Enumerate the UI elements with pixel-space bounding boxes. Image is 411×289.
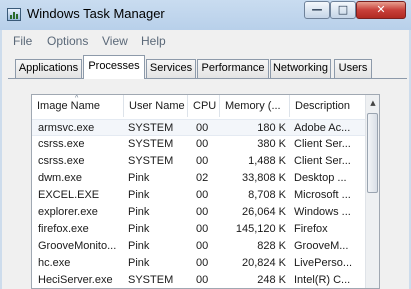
vertical-scrollbar[interactable]: ▲ (365, 95, 379, 288)
table-row[interactable]: csrss.exe SYSTEM 00 380 K Client Ser... (32, 136, 366, 153)
cell-user-name: Pink (128, 206, 150, 218)
maximize-button[interactable]: □ (330, 1, 356, 19)
cell-description: Microsoft ... (294, 189, 351, 201)
cell-memory: 145,120 K (235, 223, 286, 235)
tab-networking[interactable]: Networking (270, 59, 331, 78)
cell-user-name: SYSTEM (128, 155, 174, 167)
tab-applications[interactable]: Applications (15, 59, 82, 78)
cell-description: Firefox (294, 223, 328, 235)
cell-image-name: EXCEL.EXE (38, 189, 100, 201)
table-row[interactable]: armsvc.exe SYSTEM 00 180 K Adobe Ac... (32, 119, 366, 136)
cell-description: Intel(R) C... (294, 274, 351, 286)
table-row[interactable]: GrooveMonito... Pink 00 828 K GrooveM... (32, 238, 366, 255)
sort-ascending-icon: ^ (75, 95, 79, 102)
cell-user-name: Pink (128, 172, 150, 184)
cell-image-name: csrss.exe (38, 138, 85, 150)
cell-user-name: Pink (128, 240, 150, 252)
cell-cpu: 00 (196, 189, 209, 201)
cell-image-name: armsvc.exe (38, 122, 95, 134)
cell-memory: 1,488 K (248, 155, 286, 167)
scroll-up-arrow-icon[interactable]: ▲ (366, 95, 379, 111)
cell-cpu: 00 (196, 240, 209, 252)
table-row[interactable]: explorer.exe Pink 00 26,064 K Windows ..… (32, 204, 366, 221)
title-bar[interactable]: Windows Task Manager — □ ✕ (0, 0, 411, 30)
cell-description: Client Ser... (294, 138, 351, 150)
column-header-user-name[interactable]: User Name (124, 95, 188, 117)
table-row[interactable]: firefox.exe Pink 00 145,120 K Firefox (32, 221, 366, 238)
menu-options[interactable]: Options (47, 34, 88, 48)
table-row[interactable]: hc.exe Pink 00 20,824 K LivePerso... (32, 255, 366, 272)
cell-image-name: hc.exe (38, 257, 71, 269)
menu-bar: File Options View Help (2, 30, 409, 51)
column-label: Image Name (37, 100, 100, 112)
cell-description: Client Ser... (294, 155, 351, 167)
table-row[interactable]: csrss.exe SYSTEM 00 1,488 K Client Ser..… (32, 153, 366, 170)
cell-memory: 248 K (257, 274, 286, 286)
column-header-image-name[interactable]: ^ Image Name (32, 95, 124, 117)
cell-image-name: GrooveMonito... (38, 240, 117, 252)
cell-user-name: SYSTEM (128, 138, 174, 150)
column-header-description[interactable]: Description (290, 95, 365, 117)
cell-memory: 180 K (257, 122, 286, 134)
cell-user-name: Pink (128, 223, 150, 235)
cell-memory: 828 K (257, 240, 286, 252)
cell-description: Windows ... (294, 206, 351, 218)
menu-file[interactable]: File (13, 34, 32, 48)
cell-image-name: firefox.exe (38, 223, 89, 235)
cell-memory: 8,708 K (248, 189, 286, 201)
cell-description: GrooveM... (294, 240, 349, 252)
cell-cpu: 02 (196, 172, 209, 184)
cell-cpu: 00 (196, 155, 209, 167)
cell-cpu: 00 (196, 274, 209, 286)
process-list[interactable]: ^ Image Name User Name CPU Memory (... D… (31, 94, 380, 289)
cell-user-name: SYSTEM (128, 122, 174, 134)
minimize-button[interactable]: — (304, 1, 330, 19)
cell-description: Adobe Ac... (294, 122, 351, 134)
column-header-cpu[interactable]: CPU (188, 95, 220, 117)
cell-memory: 380 K (257, 138, 286, 150)
column-header-memory[interactable]: Memory (... (220, 95, 290, 117)
cell-cpu: 00 (196, 138, 209, 150)
cell-image-name: dwm.exe (38, 172, 83, 184)
cell-cpu: 00 (196, 257, 209, 269)
tab-users[interactable]: Users (334, 59, 372, 78)
cell-user-name: Pink (128, 257, 150, 269)
menu-help[interactable]: Help (141, 34, 166, 48)
task-manager-icon (7, 8, 21, 21)
cell-cpu: 00 (196, 206, 209, 218)
tab-processes[interactable]: Processes (83, 55, 145, 79)
cell-cpu: 00 (196, 223, 209, 235)
cell-cpu: 00 (196, 122, 209, 134)
cell-memory: 33,808 K (241, 172, 286, 184)
window-title: Windows Task Manager (27, 6, 165, 21)
close-button[interactable]: ✕ (356, 1, 406, 19)
window-frame-right (380, 94, 407, 289)
table-row[interactable]: dwm.exe Pink 02 33,808 K Desktop ... (32, 170, 366, 187)
cell-image-name: csrss.exe (38, 155, 85, 167)
cell-memory: 26,064 K (241, 206, 286, 218)
cell-image-name: explorer.exe (38, 206, 98, 218)
cell-description: LivePerso... (294, 257, 353, 269)
cell-user-name: Pink (128, 189, 150, 201)
tab-strip-divider (8, 78, 407, 79)
menu-view[interactable]: View (102, 34, 128, 48)
scrollbar-thumb[interactable] (367, 113, 378, 193)
cell-memory: 20,824 K (241, 257, 286, 269)
cell-user-name: SYSTEM (128, 274, 174, 286)
table-row[interactable]: EXCEL.EXE Pink 00 8,708 K Microsoft ... (32, 187, 366, 204)
cell-image-name: HeciServer.exe (38, 274, 113, 286)
tab-services[interactable]: Services (146, 59, 196, 78)
table-row[interactable]: HeciServer.exe SYSTEM 00 248 K Intel(R) … (32, 272, 366, 288)
tab-performance[interactable]: Performance (197, 59, 269, 78)
cell-description: Desktop ... (294, 172, 347, 184)
